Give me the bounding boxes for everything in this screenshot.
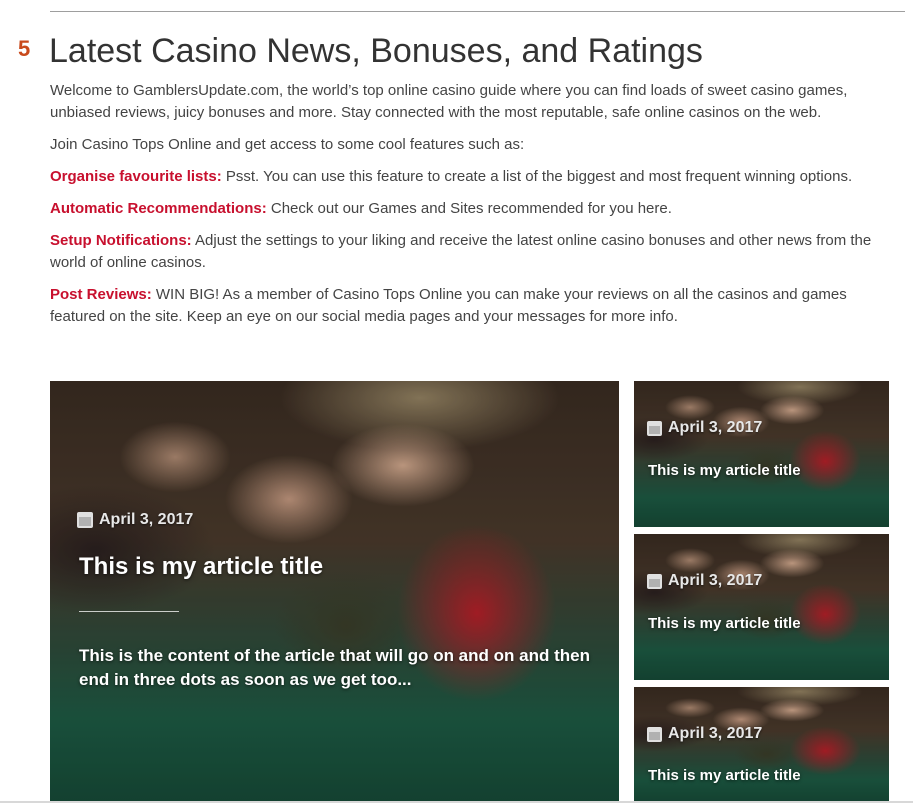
top-divider bbox=[50, 11, 905, 12]
article-title[interactable]: This is my article title bbox=[648, 462, 801, 479]
side-article-card[interactable]: April 3, 2017 This is my article title bbox=[634, 381, 889, 527]
feature-label: Organise favourite lists: bbox=[50, 168, 222, 185]
join-paragraph: Join Casino Tops Online and get access t… bbox=[50, 136, 525, 153]
image-overlay bbox=[634, 381, 889, 527]
feature-text: Psst. You can use this feature to create… bbox=[221, 168, 853, 185]
article-date: April 3, 2017 bbox=[647, 572, 762, 590]
calendar-icon bbox=[647, 573, 662, 589]
feature-label: Post Reviews: bbox=[50, 286, 152, 303]
calendar-icon bbox=[77, 512, 93, 528]
feature-automatic-recommendations: Automatic Recommendations: Check out our… bbox=[50, 198, 905, 220]
feature-organise-lists: Organise favourite lists: Psst. You can … bbox=[50, 166, 905, 188]
side-article-card[interactable]: April 3, 2017 This is my article title bbox=[634, 534, 889, 680]
article-title[interactable]: This is my article title bbox=[648, 615, 801, 632]
article-title[interactable]: This is my article title bbox=[648, 767, 801, 784]
article-date-text: April 3, 2017 bbox=[668, 419, 763, 436]
image-overlay bbox=[634, 687, 889, 803]
title-divider bbox=[79, 611, 179, 612]
feature-label: Setup Notifications: bbox=[50, 232, 192, 249]
feature-post-reviews: Post Reviews: WIN BIG! As a member of Ca… bbox=[50, 284, 905, 328]
article-date: April 3, 2017 bbox=[77, 511, 193, 529]
image-overlay bbox=[50, 381, 619, 803]
side-article-card[interactable]: April 3, 2017 This is my article title bbox=[634, 687, 889, 803]
intro-content: Welcome to GamblersUpdate.com, the world… bbox=[50, 80, 905, 338]
article-excerpt: This is the content of the article that … bbox=[79, 646, 590, 689]
featured-article-card[interactable]: April 3, 2017 This is my article title T… bbox=[50, 381, 619, 803]
article-date-text: April 3, 2017 bbox=[668, 572, 763, 589]
article-date-text: April 3, 2017 bbox=[668, 725, 763, 742]
article-date-text: April 3, 2017 bbox=[99, 511, 194, 528]
feature-setup-notifications: Setup Notifications: Adjust the settings… bbox=[50, 230, 905, 274]
page-title: Latest Casino News, Bonuses, and Ratings bbox=[49, 32, 703, 70]
article-date: April 3, 2017 bbox=[647, 419, 762, 437]
image-overlay bbox=[634, 534, 889, 680]
feature-text: WIN BIG! As a member of Casino Tops Onli… bbox=[50, 286, 847, 325]
calendar-icon bbox=[647, 420, 662, 436]
feature-label: Automatic Recommendations: bbox=[50, 200, 267, 217]
section-number: 5 bbox=[18, 36, 31, 61]
calendar-icon bbox=[647, 726, 662, 742]
article-title[interactable]: This is my article title bbox=[79, 553, 323, 581]
article-date: April 3, 2017 bbox=[647, 725, 762, 743]
welcome-paragraph: Welcome to GamblersUpdate.com, the world… bbox=[50, 82, 848, 121]
feature-text: Check out our Games and Sites recommende… bbox=[266, 200, 672, 217]
